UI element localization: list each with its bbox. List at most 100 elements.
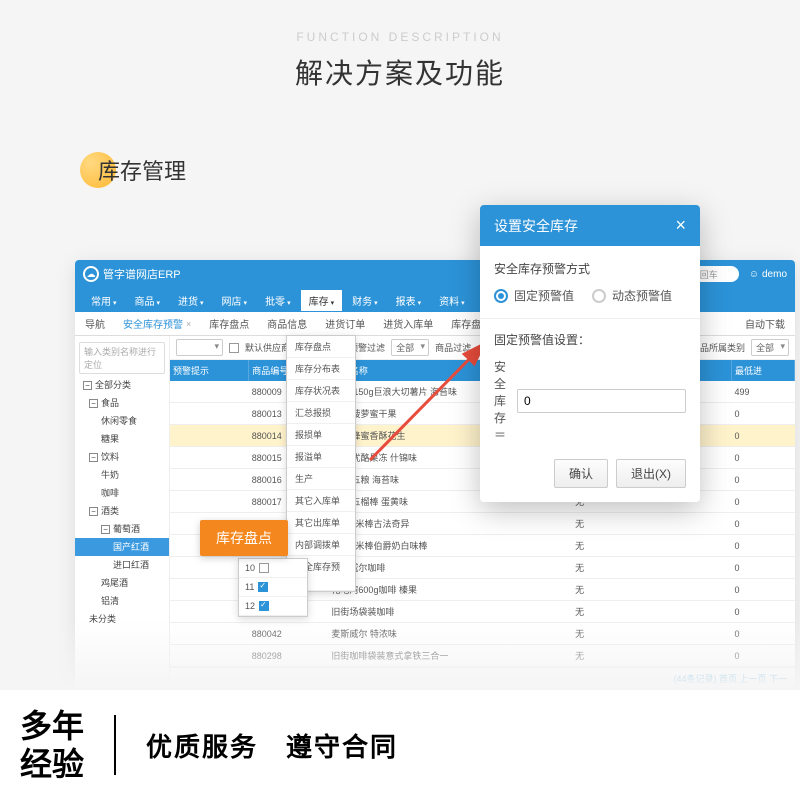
filter-product-label: 商品过滤 — [435, 341, 471, 354]
dropdown-item[interactable]: 报损单 — [287, 424, 355, 446]
table-cell: 0 — [731, 469, 794, 491]
list-item[interactable]: 12 — [239, 597, 307, 616]
dropdown-item[interactable]: 库存状况表 — [287, 380, 355, 402]
table-cell: 0 — [731, 447, 794, 469]
radio-dynamic[interactable]: 动态预警值 — [592, 287, 672, 304]
table-cell: 无 — [572, 535, 668, 557]
list-item[interactable]: 11 — [239, 578, 307, 597]
erp-logo: ☁ 管字谱网店ERP — [83, 266, 181, 282]
fixed-label: 固定预警值设置： — [494, 331, 686, 348]
user-name: demo — [762, 269, 787, 280]
method-label: 安全库存预警方式 — [494, 260, 686, 277]
filter-category-select[interactable]: 全部 — [751, 339, 789, 356]
user-badge[interactable]: ☺ demo — [749, 269, 787, 280]
table-cell: 无 — [572, 601, 668, 623]
tree-cocktail[interactable]: 鸡尾酒 — [75, 574, 169, 592]
menu-data[interactable]: 资料 — [431, 290, 473, 311]
table-cell — [668, 601, 731, 623]
tab-purchase-order[interactable]: 进货订单 — [321, 312, 369, 335]
tree-milk[interactable]: 牛奶 — [75, 466, 169, 484]
tree-uncat[interactable]: 未分类 — [75, 610, 169, 628]
tab-inbound[interactable]: 进货入库单 — [379, 312, 437, 335]
dropdown-item[interactable]: 库存盘点 — [287, 336, 355, 358]
float-stock-check-button[interactable]: 库存盘点 — [200, 520, 288, 556]
table-cell: 0 — [731, 535, 794, 557]
table-cell — [170, 557, 249, 579]
filter-default-supplier-label: 默认供应商 — [245, 341, 290, 354]
tree-coffee[interactable]: 咖啡 — [75, 484, 169, 502]
table-cell: 0 — [731, 557, 794, 579]
tab-nav[interactable]: 导航 — [81, 312, 109, 335]
inventory-dropdown: 库存盘点 库存分布表 库存状况表 汇总报损 报损单 报溢单 生产 其它入库单 其… — [286, 335, 356, 592]
tab-product-info[interactable]: 商品信息 — [263, 312, 311, 335]
tab-safety-stock[interactable]: 安全库存预警× — [119, 312, 195, 335]
close-icon[interactable]: × — [675, 215, 686, 236]
table-cell — [170, 403, 249, 425]
table-cell: 花地湾600g咖啡 榛果 — [328, 579, 572, 601]
tree-wine[interactable]: −酒类 — [75, 502, 169, 520]
close-icon[interactable]: × — [186, 319, 191, 329]
user-icon: ☺ — [749, 269, 759, 280]
checkbox[interactable] — [259, 563, 269, 573]
checkbox[interactable] — [258, 582, 268, 592]
dropdown-item[interactable]: 其它出库单 — [287, 512, 355, 534]
menu-purchase[interactable]: 进货 — [170, 290, 212, 311]
header-cn: 解决方案及功能 — [0, 52, 800, 92]
category-search-input[interactable]: 输入类别名称进行定位 — [79, 342, 165, 374]
table-cell — [170, 469, 249, 491]
dropdown-item[interactable]: 生产 — [287, 468, 355, 490]
tree-root[interactable]: −全部分类 — [75, 376, 169, 394]
dropdown-item[interactable]: 报溢单 — [287, 446, 355, 468]
table-pager[interactable]: (44条记录) 首页 上一页 下一 — [170, 667, 795, 689]
menu-common[interactable]: 常用 — [83, 290, 125, 311]
dropdown-item[interactable]: 内部调拨单 — [287, 534, 355, 556]
cancel-button[interactable]: 退出(X) — [616, 459, 686, 488]
menu-shop[interactable]: 网店 — [214, 290, 256, 311]
table-cell: 无 — [572, 645, 668, 667]
table-cell: 无 — [572, 513, 668, 535]
dropdown-item[interactable]: 库存分布表 — [287, 358, 355, 380]
safety-stock-input[interactable] — [517, 389, 686, 413]
dropdown-item[interactable]: 其它入库单 — [287, 490, 355, 512]
confirm-button[interactable]: 确认 — [554, 459, 608, 488]
table-cell: 旧街咖啡袋装意式拿铁三合一 — [328, 645, 572, 667]
menu-finance[interactable]: 财务 — [344, 290, 386, 311]
tab-stock-check[interactable]: 库存盘点 — [205, 312, 253, 335]
table-cell: 880042 — [249, 623, 329, 645]
tree-red-domestic[interactable]: 国产红酒 — [75, 538, 169, 556]
slogan-divider — [114, 715, 116, 775]
tree-grape[interactable]: −葡萄酒 — [75, 520, 169, 538]
filter-checkbox[interactable] — [229, 343, 239, 353]
menu-inventory[interactable]: 库存 — [301, 290, 343, 311]
radio-fixed[interactable]: 固定预警值 — [494, 287, 574, 304]
table-cell: 无 — [572, 557, 668, 579]
menu-retail[interactable]: 批零 — [257, 290, 299, 311]
table-cell: 无 — [572, 623, 668, 645]
menu-report[interactable]: 报表 — [388, 290, 430, 311]
tree-snack[interactable]: 休闲零食 — [75, 412, 169, 430]
dropdown-item[interactable]: 汇总报损 — [287, 402, 355, 424]
radio-icon — [494, 289, 508, 303]
table-cell — [668, 579, 731, 601]
tree-candy[interactable]: 糖果 — [75, 430, 169, 448]
th-min[interactable]: 最低进 — [731, 360, 794, 381]
list-item[interactable]: 10 — [239, 559, 307, 578]
tree-food[interactable]: −食品 — [75, 394, 169, 412]
table-row[interactable]: 880042麦斯威尔 特浓味无0 — [170, 623, 795, 645]
table-row[interactable]: 880298旧街咖啡袋装意式拿铁三合一无0 — [170, 645, 795, 667]
slogan-left: 多年经验 — [20, 707, 84, 784]
filter-empty[interactable] — [176, 339, 223, 356]
tree-sake[interactable]: 铝清 — [75, 592, 169, 610]
th-warn[interactable]: 预警提示 — [170, 360, 249, 381]
table-cell: 无 — [572, 579, 668, 601]
dialog-header: 设置安全库存 × — [480, 205, 700, 246]
menu-product[interactable]: 商品 — [127, 290, 169, 311]
tree-drink[interactable]: −饮料 — [75, 448, 169, 466]
tab-auto-download[interactable]: 自动下载 — [741, 312, 789, 335]
filter-warn-select[interactable]: 全部 — [391, 339, 429, 356]
tree-red-import[interactable]: 进口红酒 — [75, 556, 169, 574]
safety-stock-dialog: 设置安全库存 × 安全库存预警方式 固定预警值 动态预警值 固定预警值设置： 安… — [480, 205, 700, 502]
table-cell — [668, 645, 731, 667]
checkbox[interactable] — [259, 601, 269, 611]
table-cell: 72g糙米棒古法奇异 — [328, 513, 572, 535]
